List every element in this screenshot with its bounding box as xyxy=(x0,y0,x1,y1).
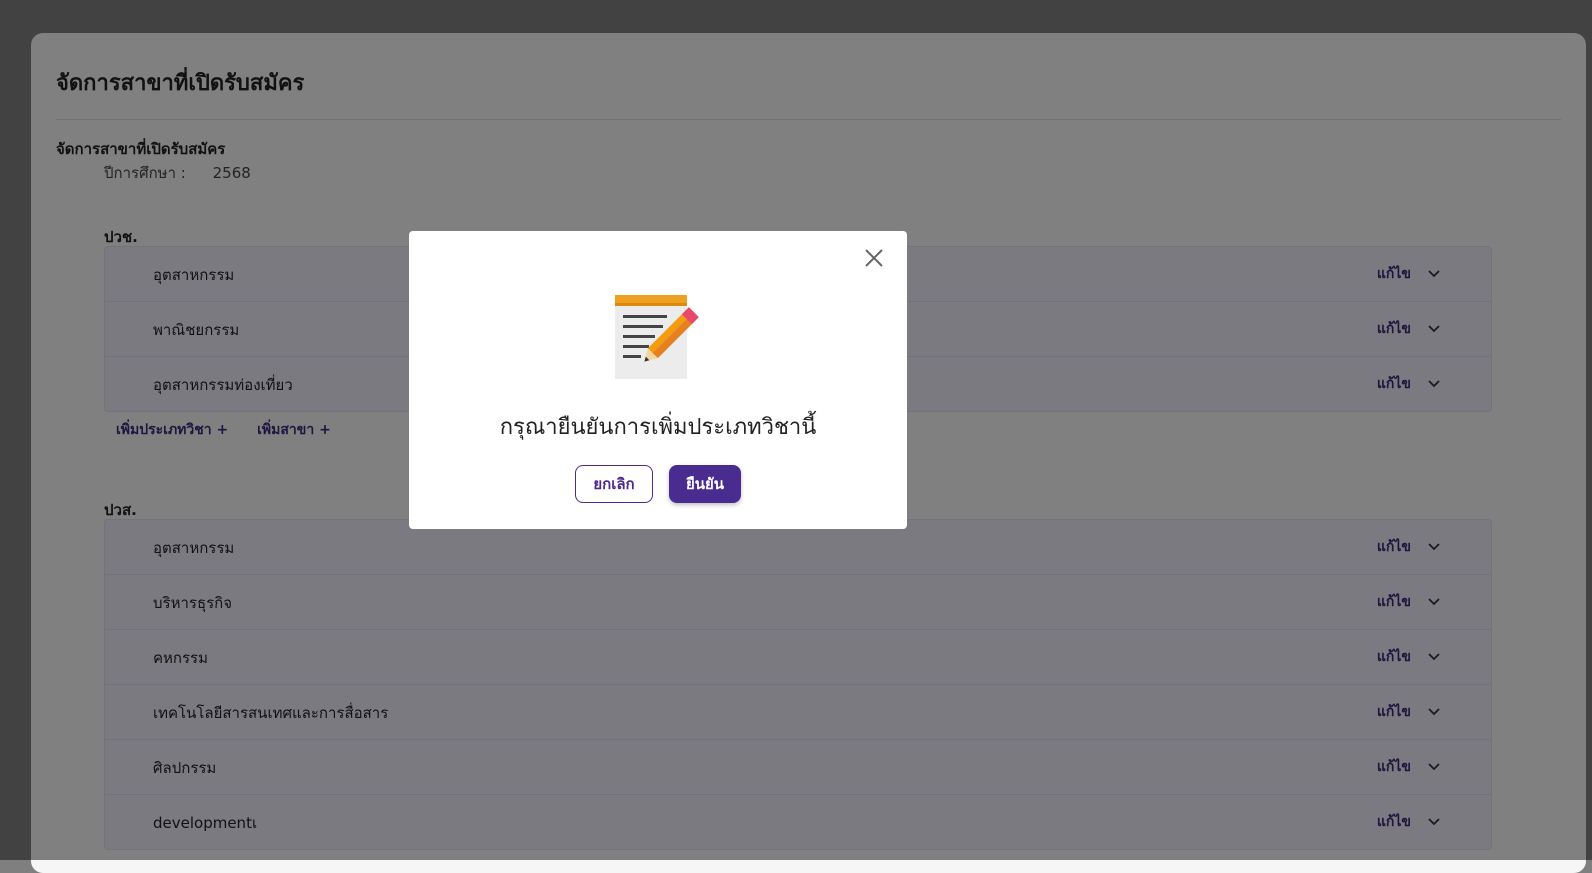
cancel-button[interactable]: ยกเลิก xyxy=(575,465,653,503)
confirm-button[interactable]: ยืนยัน xyxy=(669,465,741,503)
confirm-dialog: กรุณายืนยันการเพิ่มประเภทวิชานี้ ยกเลิก … xyxy=(409,231,907,529)
close-icon[interactable] xyxy=(863,247,885,269)
memo-pencil-icon xyxy=(615,295,699,379)
dialog-message: กรุณายืนยันการเพิ่มประเภทวิชานี้ xyxy=(499,415,817,440)
